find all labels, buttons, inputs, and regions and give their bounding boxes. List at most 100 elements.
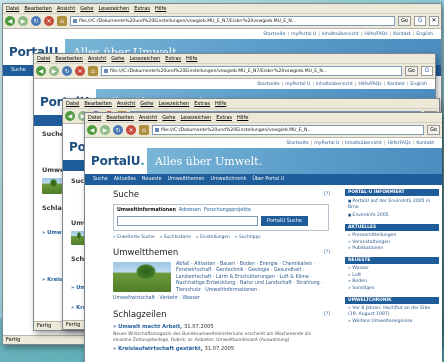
reload-icon[interactable]: ↻	[31, 16, 41, 26]
box-link[interactable]: Vor 8 Jahren: Hochflut an der Elbe (19. …	[348, 306, 436, 319]
box-link[interactable]: EnviroInfo 2005	[348, 212, 436, 219]
search-engine-icon[interactable]: G	[421, 66, 433, 76]
menu-help[interactable]: Hilfe	[237, 115, 248, 121]
mainnav-suche[interactable]: Suche	[93, 177, 108, 182]
menu-help[interactable]: Hilfe	[215, 101, 226, 107]
menu-bookmarks[interactable]: Lesezeichen	[130, 56, 161, 62]
box-link[interactable]: PortalU auf der EnviroInfo 2005 in Brno	[348, 198, 436, 212]
menu-view[interactable]: Ansicht	[88, 56, 106, 62]
menu-view[interactable]: Ansicht	[139, 115, 157, 121]
tab-umweltinformationen[interactable]: Umweltinformationen	[117, 208, 176, 213]
news-title-link[interactable]: » Umwelt macht Arbeit, 31.07.2005	[113, 324, 338, 330]
menu-file[interactable]: Datei	[66, 101, 79, 107]
link-search-tips[interactable]: Suchtipps	[235, 235, 261, 240]
menu-bookmarks[interactable]: Lesezeichen	[181, 115, 212, 121]
back-arrow-icon[interactable]: ◀	[5, 16, 15, 26]
home-icon[interactable]: ⌂	[57, 16, 67, 26]
menu-go[interactable]: Gehe	[80, 6, 93, 12]
tab-adressen[interactable]: Adressen	[179, 208, 201, 213]
address-bar[interactable]: file:///C:/Dokumente%20und%20Einstellung…	[101, 66, 403, 76]
stop-icon[interactable]: ✕	[126, 125, 136, 135]
mainnav-suche[interactable]: Suche	[11, 68, 26, 73]
menu-view[interactable]: Ansicht	[57, 6, 75, 12]
browser-window-front[interactable]: Datei Bearbeiten Ansicht Gehe Lesezeiche…	[84, 112, 442, 362]
menu-bookmarks[interactable]: Lesezeichen	[99, 6, 130, 12]
mainnav-neueste[interactable]: Neueste	[142, 177, 162, 182]
home-icon[interactable]: ⌂	[88, 66, 98, 76]
topnav-contact[interactable]: Kontakt	[387, 82, 405, 87]
menu-tools[interactable]: Extras	[194, 101, 210, 107]
box-link[interactable]: Sonstiges	[348, 286, 436, 292]
mainnav-ueber[interactable]: Über Portal U	[252, 177, 284, 182]
search-button[interactable]: PortalU Suche	[261, 216, 308, 226]
tab-forschungsprojekte[interactable]: Forschungsprojekte	[204, 208, 251, 213]
box-link[interactable]: Publikationen	[348, 246, 436, 252]
news-link[interactable]: » Kreisl	[42, 277, 64, 283]
portalu-logo[interactable]: PortalU.	[91, 154, 145, 168]
box-link[interactable]: Weitere Umweltereignisse	[348, 319, 436, 325]
themes-links-more[interactable]: Umweltwirtschaft · Verkehr · Wasser	[113, 296, 338, 301]
topnav-contact[interactable]: Kontakt	[416, 141, 434, 146]
forward-arrow-icon[interactable]: ▶	[18, 16, 28, 26]
address-bar[interactable]: file:///C:/Dokumente%20und%20Einstellung…	[70, 16, 396, 26]
link-search-history[interactable]: Suchhistorie	[160, 235, 191, 240]
help-link[interactable]: [?]	[324, 312, 330, 317]
topnav-help[interactable]: Hilfe/FAQs	[388, 141, 411, 146]
menu-help[interactable]: Hilfe	[186, 56, 197, 62]
topnav-help[interactable]: Hilfe/FAQs	[364, 32, 387, 37]
help-link[interactable]: [?]	[324, 250, 330, 255]
mainnav-umweltthemen[interactable]: Umweltthemen	[168, 177, 205, 182]
close-icon[interactable]: ✕	[429, 16, 439, 26]
menu-go[interactable]: Gehe	[140, 101, 153, 107]
menu-edit[interactable]: Bearbeiten	[24, 6, 51, 12]
themes-links[interactable]: Abfall · Altlasten · Bauen · Boden · Ene…	[176, 262, 326, 294]
back-arrow-icon[interactable]: ◀	[87, 125, 97, 135]
news-link[interactable]: » Umw	[42, 230, 62, 236]
forward-arrow-icon[interactable]: ▶	[100, 125, 110, 135]
news-title-link[interactable]: » Kreislaufwirtschaft gestärkt, 31.07.20…	[113, 346, 338, 352]
topnav-myportal[interactable]: myPortal U	[285, 82, 310, 87]
forward-arrow-icon[interactable]: ▶	[49, 66, 59, 76]
reload-icon[interactable]: ↻	[62, 66, 72, 76]
back-arrow-icon[interactable]: ◀	[36, 66, 46, 76]
menu-file[interactable]: Datei	[6, 6, 19, 12]
topnav-myportal[interactable]: myPortal U	[314, 141, 339, 146]
topnav-myportal[interactable]: myPortal U	[291, 32, 316, 37]
stop-icon[interactable]: ✕	[44, 16, 54, 26]
home-icon[interactable]: ⌂	[139, 125, 149, 135]
stop-icon[interactable]: ✕	[75, 66, 85, 76]
menu-edit[interactable]: Bearbeiten	[106, 115, 133, 121]
topnav-overview[interactable]: Inhaltsübersicht	[316, 82, 353, 87]
topnav-english[interactable]: English	[410, 82, 427, 87]
search-input[interactable]	[117, 216, 258, 226]
topnav-overview[interactable]: Inhaltsübersicht	[345, 141, 382, 146]
menu-bookmarks[interactable]: Lesezeichen	[159, 101, 190, 107]
go-button[interactable]: Go	[398, 16, 411, 26]
go-button[interactable]: Go	[405, 66, 418, 76]
topnav-home[interactable]: Startseite	[257, 82, 279, 87]
topnav-help[interactable]: Hilfe/FAQs	[358, 82, 381, 87]
topnav-home[interactable]: Startseite	[263, 32, 285, 37]
menu-tools[interactable]: Extras	[165, 56, 181, 62]
topnav-overview[interactable]: Inhaltsübersicht	[322, 32, 359, 37]
menu-tools[interactable]: Extras	[216, 115, 232, 121]
search-engine-icon[interactable]: G	[414, 16, 426, 26]
menu-file[interactable]: Datei	[37, 56, 50, 62]
menu-edit[interactable]: Bearbeiten	[84, 101, 111, 107]
link-settings[interactable]: Einstellungen	[196, 235, 230, 240]
mainnav-aktuelles[interactable]: Aktuelles	[114, 177, 136, 182]
topnav-contact[interactable]: Kontakt	[393, 32, 411, 37]
link-advanced-search[interactable]: Erweiterte Suche	[113, 235, 155, 240]
go-button[interactable]: Go	[427, 125, 440, 135]
menu-edit[interactable]: Bearbeiten	[55, 56, 82, 62]
help-link[interactable]: [?]	[324, 192, 330, 197]
reload-icon[interactable]: ↻	[113, 125, 123, 135]
topnav-home[interactable]: Startseite	[286, 141, 308, 146]
mainnav-umweltchronik[interactable]: Umweltchronik	[210, 177, 246, 182]
menu-file[interactable]: Datei	[88, 115, 101, 121]
menu-help[interactable]: Hilfe	[155, 6, 166, 12]
back-arrow-icon[interactable]: ◀	[65, 111, 75, 121]
menu-go[interactable]: Gehe	[111, 56, 124, 62]
topnav-english[interactable]: English	[416, 32, 433, 37]
menu-tools[interactable]: Extras	[134, 6, 150, 12]
